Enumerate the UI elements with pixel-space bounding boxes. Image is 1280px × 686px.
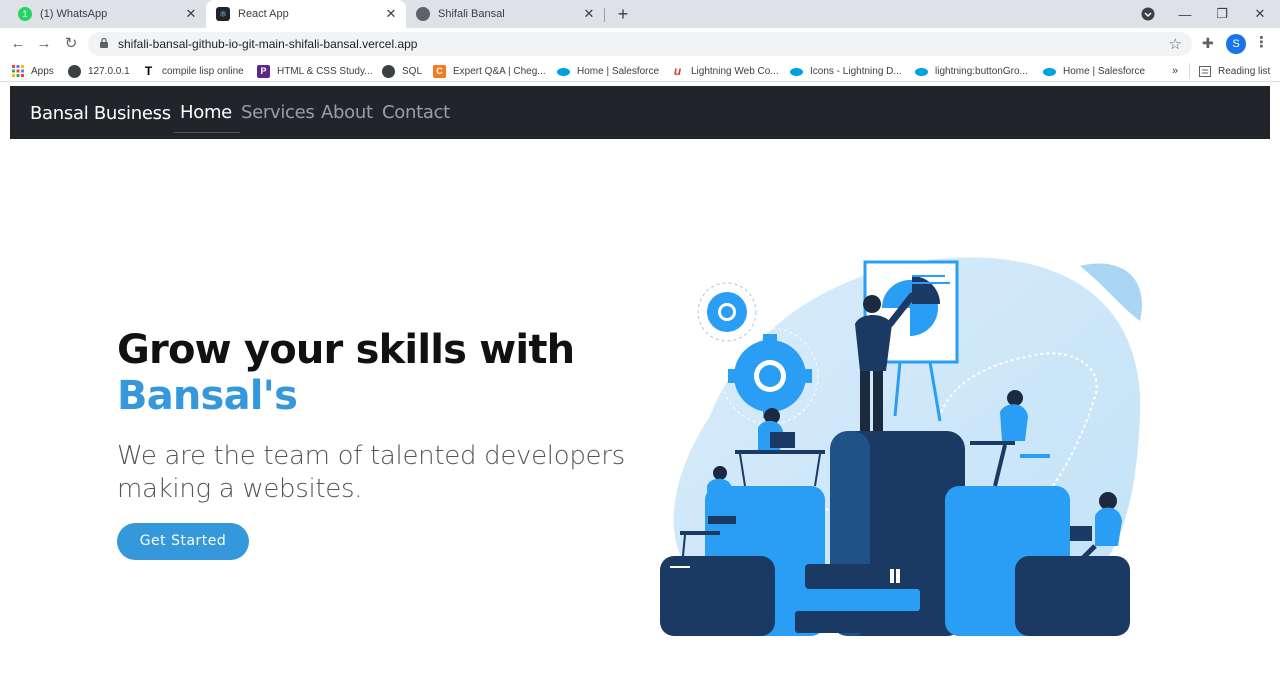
bookmark-compile-lisp[interactable]: T compile lisp online [142,63,244,79]
bookmark-label: lightning:buttonGro... [935,65,1028,77]
bookmark-label: Apps [31,65,54,77]
bookmark-lightning-button[interactable]: lightning:buttonGro... [915,63,1028,79]
profile-avatar[interactable]: S [1226,34,1246,54]
bookmark-label: Expert Q&A | Cheg... [453,65,546,77]
site-navbar: Bansal Business Home Services About Cont… [10,86,1270,139]
apps-grid-icon [11,65,24,78]
nav-contact[interactable]: Contact [382,102,450,123]
bookmarks-bar: Apps 127.0.0.1 T compile lisp online P H… [0,60,1280,82]
close-icon[interactable]: ✕ [384,7,398,21]
address-bar[interactable]: shifali-bansal-github-io-git-main-shifal… [88,32,1192,56]
get-started-button[interactable]: Get Started [117,523,249,560]
bookmark-localhost[interactable]: 127.0.0.1 [68,63,130,79]
bookmark-lightning-web[interactable]: u Lightning Web Co... [671,63,779,79]
bookmark-sql[interactable]: SQL [382,63,422,79]
close-icon[interactable]: ✕ [582,7,596,21]
reading-list-icon [1198,65,1211,78]
nav-about[interactable]: About [321,102,373,123]
small-gear-icon [697,282,757,342]
salesforce-cloud-icon [1043,65,1056,78]
bookmark-salesforce-2[interactable]: Home | Salesforce [1043,63,1145,79]
bookmark-chegg[interactable]: C Expert Q&A | Cheg... [433,63,546,79]
bookmark-icons-lightning[interactable]: Icons - Lightning D... [790,63,902,79]
hero-illustration [660,257,1142,636]
bookmark-salesforce-1[interactable]: Home | Salesforce [557,63,659,79]
hero-subtitle: We are the team of talented developers m… [117,441,625,504]
brand-logo[interactable]: Bansal Business [30,103,171,124]
salesforce-cloud-icon [557,65,570,78]
hero-brand-name: Bansal's [117,373,298,419]
tab-title: (1) WhatsApp [40,8,108,20]
reading-list-button[interactable]: Reading list [1189,63,1270,79]
chevron-down-icon [1141,7,1155,21]
reload-button[interactable]: ↻ [61,34,81,54]
bookmark-label: Reading list [1218,65,1271,77]
chegg-icon: C [433,64,446,78]
nav-services[interactable]: Services [241,102,315,123]
bookmark-label: Home | Salesforce [577,65,660,77]
close-icon[interactable]: ✕ [184,7,198,21]
bookmark-apps[interactable]: Apps [11,63,54,79]
menu-icon[interactable]: ⋮ [1254,33,1269,51]
minimize-button[interactable]: — [1167,0,1203,28]
bookmark-star-icon[interactable]: ☆ [1169,35,1182,53]
tab-whatsapp[interactable]: 1 (1) WhatsApp ✕ [8,0,206,28]
bookmark-html-css[interactable]: P HTML & CSS Study... [257,63,373,79]
lock-icon [100,38,108,48]
browser-toolbar: ← → ↻ shifali-bansal-github-io-git-main-… [0,28,1280,60]
react-icon: ⚛ [216,7,230,21]
globe-icon [382,64,395,78]
bookmark-label: Home | Salesforce [1063,65,1146,77]
salesforce-cloud-icon [915,65,928,78]
extensions-icon[interactable]: ✚ [1202,35,1214,52]
forward-button[interactable]: → [34,34,54,54]
hero-headline: Grow your skills with [117,327,575,373]
url-text: shifali-bansal-github-io-git-main-shifal… [118,37,418,51]
tab-shifali-bansal[interactable]: Shifali Bansal ✕ [406,0,604,28]
bookmark-label: SQL [402,65,423,77]
back-button[interactable]: ← [8,34,28,54]
tab-strip: 1 (1) WhatsApp ✕ ⚛ React App ✕ Shifali B… [0,0,1280,28]
udemy-icon: u [673,64,682,78]
close-window-button[interactable]: ✕ [1242,0,1278,28]
salesforce-cloud-icon [790,65,803,78]
study-icon: P [257,64,270,78]
globe-icon [416,7,430,21]
tab-separator [604,8,605,22]
tab-title: Shifali Bansal [438,8,505,20]
tab-title: React App [238,8,289,20]
bookmark-label: Lightning Web Co... [691,65,779,77]
bookmarks-overflow-button[interactable]: » [1172,63,1178,79]
globe-icon [68,64,81,78]
bookmark-label: HTML & CSS Study... [277,65,373,77]
restore-button[interactable]: ❐ [1204,0,1240,28]
tab-react-app[interactable]: ⚛ React App ✕ [206,0,406,28]
nav-home[interactable]: Home [174,102,240,133]
bookmark-label: compile lisp online [162,65,244,77]
t-letter-icon: T [144,64,153,78]
bookmark-label: 127.0.0.1 [88,65,130,77]
tab-search-button[interactable] [1130,0,1166,28]
page-content: Bansal Business Home Services About Cont… [10,86,1270,686]
bookmark-label: Icons - Lightning D... [810,65,902,77]
new-tab-button[interactable]: + [614,5,632,23]
whatsapp-icon: 1 [18,7,32,21]
